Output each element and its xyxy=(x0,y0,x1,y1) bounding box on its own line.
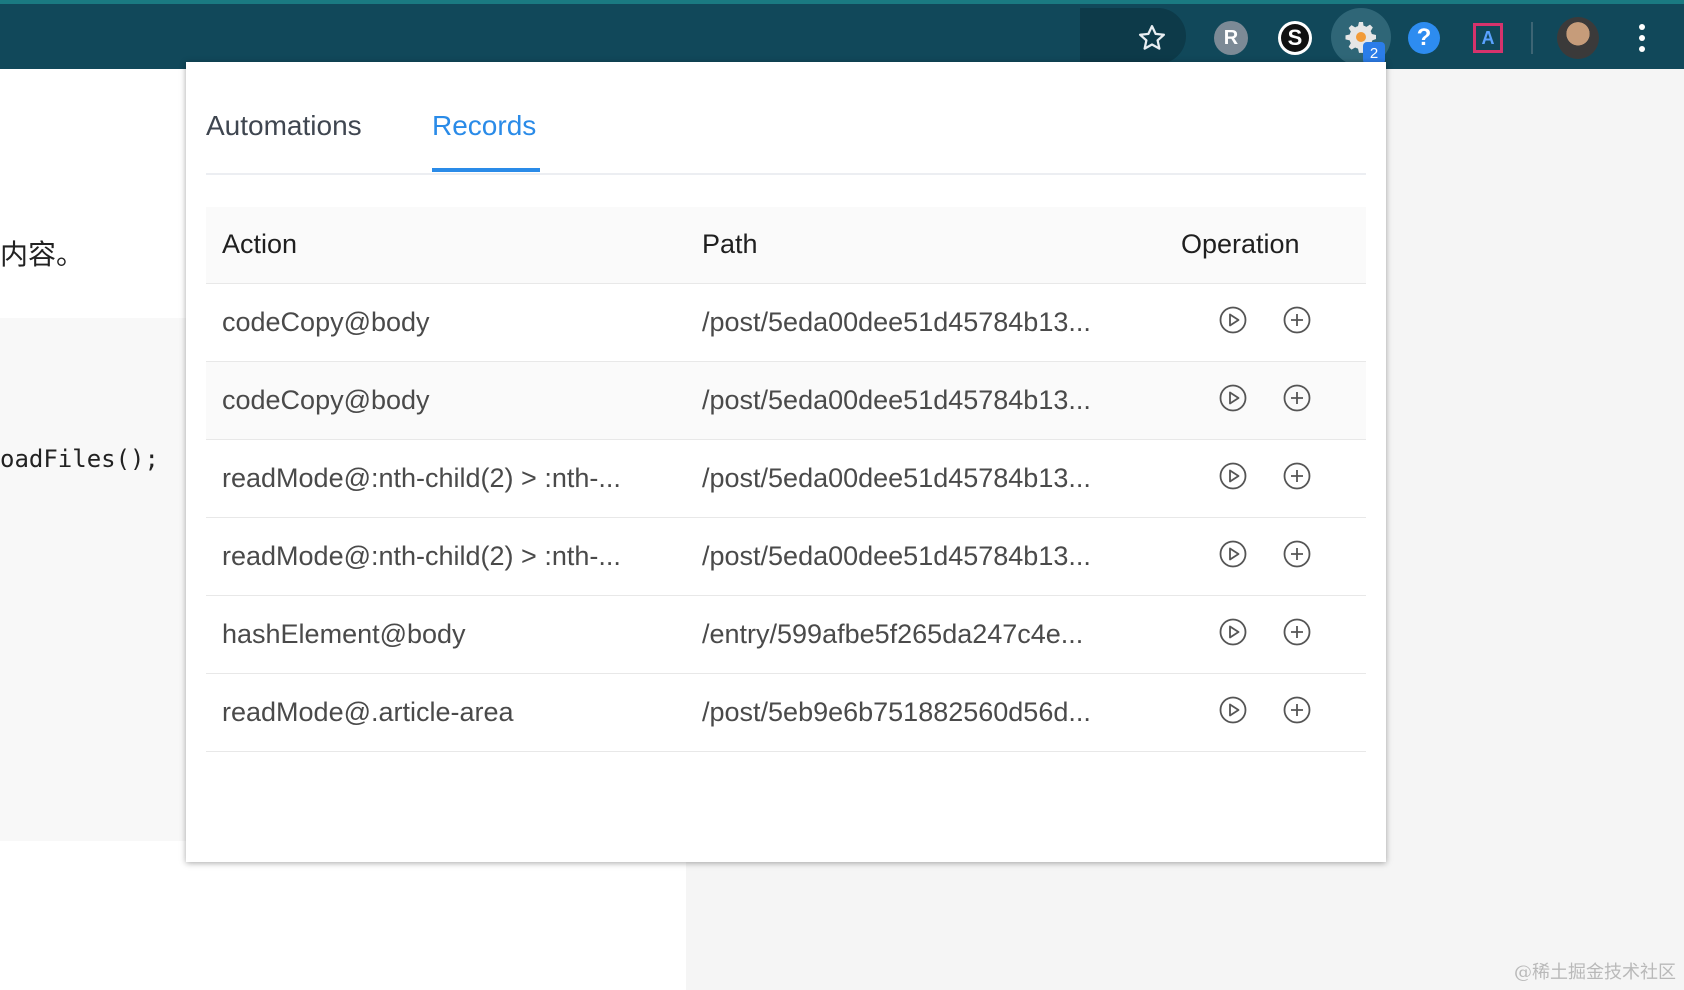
extension-popup: Automations Records Action Path Operatio… xyxy=(186,62,1386,862)
add-icon[interactable] xyxy=(1282,695,1312,725)
table-row: readMode@:nth-child(2) > :nth-... /post/5… xyxy=(206,518,1366,596)
play-icon[interactable] xyxy=(1218,695,1248,725)
cell-action: hashElement@body xyxy=(222,619,466,649)
table-row: readMode@.article-area/post/5eb9e6b75188… xyxy=(206,674,1366,752)
table-row: readMode@:nth-child(2) > :nth-... /post/5… xyxy=(206,440,1366,518)
bookmark-star-icon[interactable] xyxy=(1130,16,1174,60)
browser-menu-icon[interactable] xyxy=(1620,16,1664,60)
table-row: hashElement@body/entry/599afbe5f265da247… xyxy=(206,596,1366,674)
active-tab-indicator xyxy=(432,168,540,172)
add-icon[interactable] xyxy=(1282,383,1312,413)
play-icon[interactable] xyxy=(1218,305,1248,335)
header-action: Action xyxy=(222,229,298,259)
popup-tabs: Automations Records xyxy=(206,62,1366,175)
cell-action: codeCopy@body xyxy=(222,307,430,337)
watermark: @稀土掘金技术社区 xyxy=(1514,962,1676,983)
extension-badge: 2 xyxy=(1363,42,1385,64)
tab-records[interactable]: Records xyxy=(432,110,536,142)
tab-automations[interactable]: Automations xyxy=(206,110,362,142)
table-row: codeCopy@body/post/5eda00dee51d45784b13.… xyxy=(206,284,1366,362)
table-row: codeCopy@body/post/5eda00dee51d45784b13.… xyxy=(206,362,1366,440)
browser-toolbar: R S 2 ? A xyxy=(0,0,1684,69)
cell-action: codeCopy@body xyxy=(222,385,430,415)
play-icon[interactable] xyxy=(1218,617,1248,647)
a-extension-icon[interactable]: A xyxy=(1466,16,1510,60)
cell-path: /post/5eda00dee51d45784b13... xyxy=(702,307,1091,337)
play-icon[interactable] xyxy=(1218,539,1248,569)
cell-path: /post/5eda00dee51d45784b13... xyxy=(702,541,1091,571)
cell-action: readMode@:nth-child(2) > :nth-... xyxy=(222,463,621,493)
add-icon[interactable] xyxy=(1282,617,1312,647)
cell-path: /post/5eda00dee51d45784b13... xyxy=(702,385,1091,415)
profile-avatar[interactable] xyxy=(1556,16,1600,60)
play-icon[interactable] xyxy=(1218,461,1248,491)
table-body: codeCopy@body/post/5eda00dee51d45784b13.… xyxy=(206,284,1366,752)
records-table: Action Path Operation codeCopy@body/post… xyxy=(206,207,1366,752)
r-account-icon[interactable]: R xyxy=(1209,16,1253,60)
add-icon[interactable] xyxy=(1282,305,1312,335)
header-path: Path xyxy=(702,229,758,259)
s-extension-icon[interactable]: S xyxy=(1273,16,1317,60)
header-operation: Operation xyxy=(1181,229,1300,259)
cell-path: /post/5eb9e6b751882560d56d... xyxy=(702,697,1091,727)
table-header: Action Path Operation xyxy=(206,207,1366,284)
code-text-fragment: oadFiles(); xyxy=(0,445,159,473)
cell-path: /post/5eda00dee51d45784b13... xyxy=(702,463,1091,493)
toolbar-divider xyxy=(1531,22,1533,54)
cell-action: readMode@.article-area xyxy=(222,697,514,727)
help-extension-icon[interactable]: ? xyxy=(1402,16,1446,60)
cell-path: /entry/599afbe5f265da247c4e... xyxy=(702,619,1084,649)
cell-action: readMode@:nth-child(2) > :nth-... xyxy=(222,541,621,571)
add-icon[interactable] xyxy=(1282,461,1312,491)
page-content-bottom xyxy=(186,862,686,990)
play-icon[interactable] xyxy=(1218,383,1248,413)
page-text-fragment: 内容。 xyxy=(0,238,85,271)
add-icon[interactable] xyxy=(1282,539,1312,569)
code-block xyxy=(0,318,186,841)
